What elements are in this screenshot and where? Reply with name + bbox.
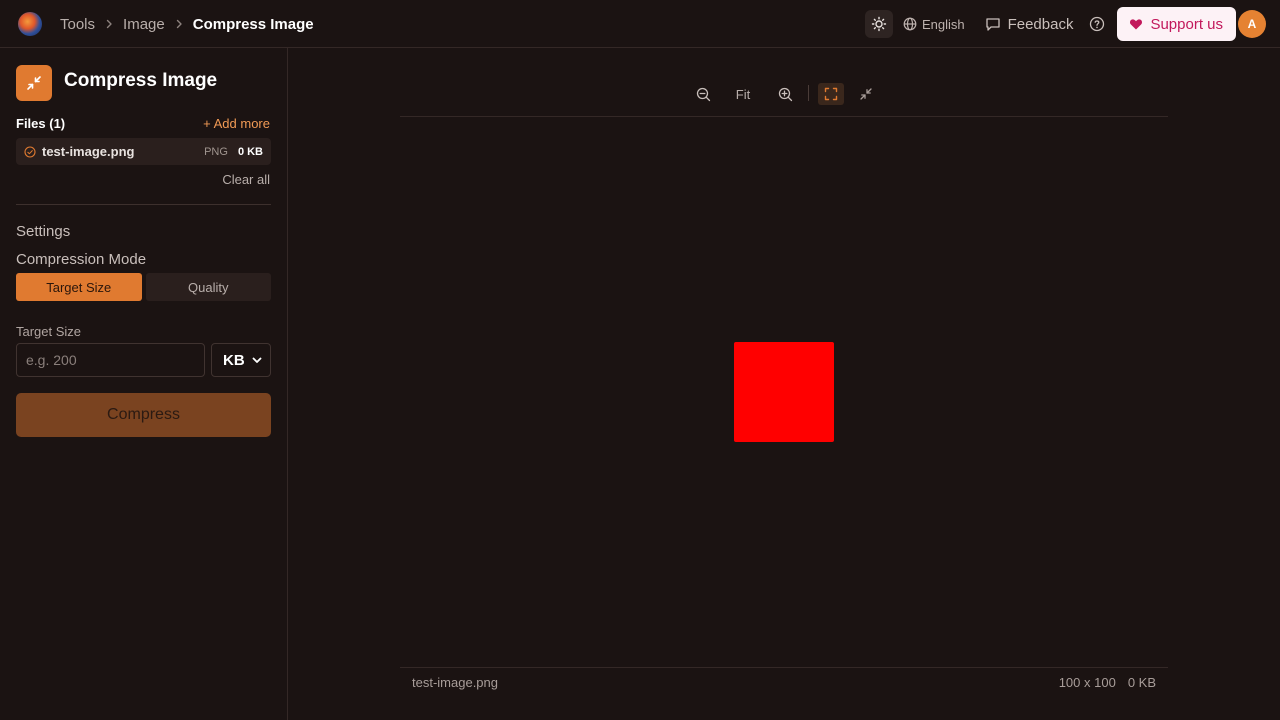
divider [16,204,271,205]
settings-heading: Settings [16,223,71,240]
target-size-label: Target Size [16,324,82,339]
breadcrumb-tools[interactable]: Tools [60,16,95,33]
maximize-icon [824,87,838,101]
shrink-button[interactable] [856,83,876,105]
preview-info: 100 x 100 0 KB [1059,675,1156,690]
image-preview[interactable] [734,342,834,442]
minimize-arrows-icon [27,76,41,90]
preview-footer: test-image.png 100 x 100 0 KB [400,667,1168,697]
top-bar: Tools Image Compress Image English Feedb… [0,0,1280,48]
mode-target-size-button[interactable]: Target Size [16,273,142,301]
avatar[interactable]: A [1238,10,1266,38]
message-square-icon [985,18,1000,31]
sidebar: Compress Image Files (1) + Add more test… [0,48,288,720]
add-more-button[interactable]: + Add more [203,116,270,131]
fullscreen-button[interactable] [818,83,844,105]
feedback-button[interactable]: Feedback [985,15,1074,33]
file-name: test-image.png [42,144,135,159]
breadcrumb-current: Compress Image [192,15,314,33]
preview-filename: test-image.png [412,675,498,690]
feedback-label: Feedback [1007,15,1074,33]
unit-value: KB [223,351,245,369]
preview-area: Fit test-image.png 100 x 100 0 KB [289,48,1280,720]
chevron-right-icon [103,18,115,30]
preview-size: 0 KB [1127,675,1156,690]
help-button[interactable] [1089,16,1105,32]
sun-icon [871,16,887,32]
language-selector[interactable]: English [903,17,965,32]
mode-quality-button[interactable]: Quality [145,273,271,301]
zoom-out-button[interactable] [693,83,713,105]
chevron-down-icon [251,354,263,366]
preview-dimensions: 100 x 100 [1058,675,1116,690]
zoom-in-icon [778,87,792,101]
compression-mode-toggle: Target Size Quality [16,273,271,301]
topbar-actions: English Feedback Support us A [864,0,1266,48]
file-size: 0 KB [237,145,263,158]
preview-toolbar: Fit [400,75,1168,117]
unit-select[interactable]: KB [211,343,271,377]
zoom-out-icon [696,87,710,101]
language-label: English [921,16,965,32]
compression-mode-label: Compression Mode [16,251,147,268]
breadcrumb-image[interactable]: Image [123,16,165,33]
support-button[interactable]: Support us [1117,7,1236,41]
tool-icon-badge [16,65,52,101]
compress-button[interactable]: Compress [16,393,271,437]
target-size-input[interactable] [16,343,205,377]
fit-button[interactable]: Fit [732,83,754,105]
files-count-label: Files (1) [16,116,66,131]
toolbar-divider [808,85,809,101]
globe-icon [903,17,917,31]
clear-all-button[interactable]: Clear all [222,172,270,187]
file-status-icon [24,145,36,158]
heart-icon [1130,19,1143,30]
page-title: Compress Image [64,70,218,91]
app-logo[interactable] [18,12,42,36]
zoom-in-button[interactable] [775,83,795,105]
theme-toggle-button[interactable] [864,10,893,38]
help-circle-icon [1090,16,1105,32]
breadcrumb: Tools Image Compress Image [60,0,314,48]
chevron-right-icon [173,18,185,30]
minimize-icon [860,88,872,100]
file-type: PNG [204,145,228,158]
file-list-item[interactable]: test-image.png PNG 0 KB [16,138,271,165]
support-label: Support us [1150,15,1223,33]
